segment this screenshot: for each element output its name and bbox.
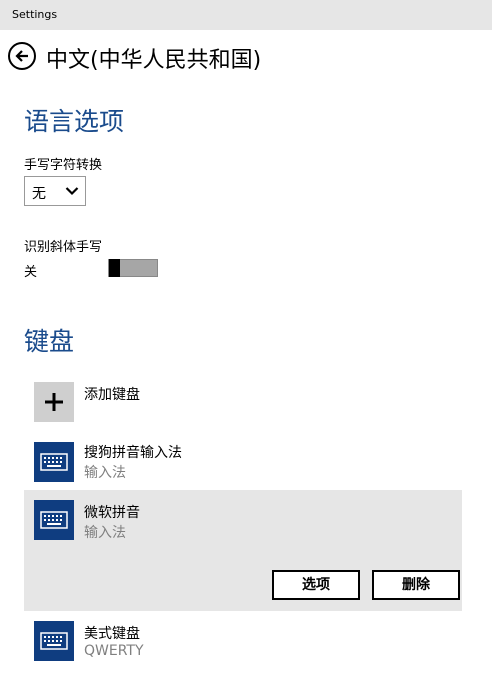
- options-button[interactable]: 选项: [272, 570, 360, 600]
- handwriting-conversion-label: 手写字符转换: [24, 158, 103, 173]
- toggle-state-text: 关: [24, 265, 38, 280]
- keyboard-item-sogou[interactable]: 搜狗拼音输入法 输入法: [24, 432, 462, 490]
- page-title: 中文(中华人民共和国): [46, 48, 262, 73]
- back-arrow-icon: [15, 50, 28, 62]
- chevron-down-icon: [65, 187, 79, 196]
- add-keyboard-item[interactable]: 添加键盘: [24, 372, 462, 432]
- handwriting-conversion-dropdown[interactable]: 无: [24, 176, 86, 206]
- window-titlebar: Settings: [0, 0, 492, 30]
- add-keyboard-label: 添加键盘: [84, 387, 140, 403]
- keyboard-type: QWERTY: [84, 643, 144, 659]
- toggle-thumb[interactable]: [109, 259, 120, 277]
- keyboard-item-us[interactable]: 美式键盘 QWERTY: [24, 611, 462, 671]
- cursive-toggle[interactable]: [108, 259, 158, 277]
- keyboard-name: 搜狗拼音输入法: [84, 445, 182, 461]
- keyboard-name: 微软拼音: [84, 505, 140, 521]
- plus-icon: [34, 382, 74, 422]
- keyboard-item-microsoft-pinyin[interactable]: 微软拼音 输入法 选项 删除: [24, 490, 462, 611]
- remove-button[interactable]: 删除: [372, 570, 460, 600]
- keyboards-heading: 键盘: [24, 327, 75, 356]
- keyboard-icon: [34, 442, 74, 482]
- cursive-recognition-label: 识别斜体手写: [24, 240, 103, 255]
- keyboard-name: 美式键盘: [84, 626, 140, 642]
- keyboard-type: 输入法: [84, 465, 126, 481]
- keyboard-icon: [34, 621, 74, 661]
- window-title: Settings: [12, 8, 58, 21]
- back-button[interactable]: [8, 42, 36, 70]
- keyboard-type: 输入法: [84, 525, 126, 541]
- keyboard-icon: [34, 500, 74, 540]
- language-options-heading: 语言选项: [24, 107, 125, 136]
- dropdown-value: 无: [32, 186, 46, 202]
